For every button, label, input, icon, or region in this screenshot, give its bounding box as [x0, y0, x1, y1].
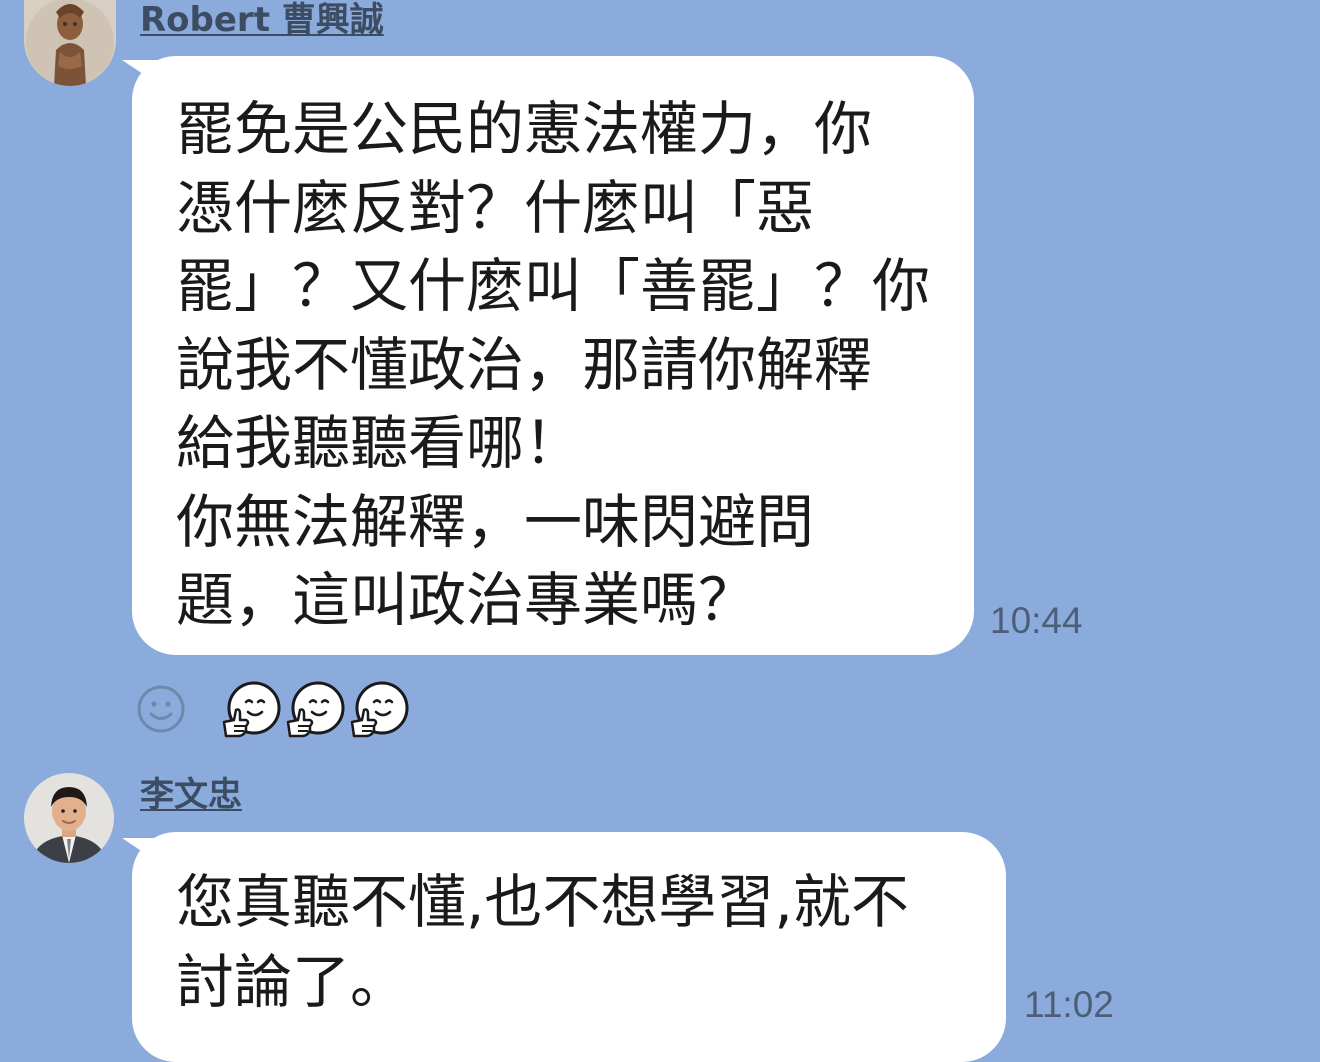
- message-text-line: 說我不懂政治，那請你解釋: [176, 330, 873, 399]
- message-text-line: 憑什麼反對？什麼叫「惡: [176, 173, 815, 242]
- message-bubble[interactable]: 罷免是公民的憲法權力，你 憑什麼反對？什麼叫「惡 罷」？又什麼叫「善罷」？你 說…: [132, 56, 974, 655]
- thumbs-up-smile-sticker[interactable]: [218, 680, 282, 742]
- sender-avatar[interactable]: [24, 0, 116, 86]
- sender-name[interactable]: 李文忠: [140, 775, 242, 815]
- sender-name[interactable]: Robert 曹興誠: [140, 0, 384, 40]
- thumbs-up-smile-sticker[interactable]: [282, 680, 346, 742]
- message-bubble[interactable]: 您真聽不懂,也不想學習,就不 討論了。: [132, 832, 1006, 1062]
- message-text-line: 題，這叫政治專業嗎？: [176, 566, 757, 634]
- message-text-line: 罷免是公民的憲法權力，你: [176, 95, 873, 163]
- sender-avatar[interactable]: [24, 773, 114, 863]
- thumbs-up-smile-sticker[interactable]: [346, 680, 410, 742]
- message-timestamp: 11:02: [1024, 984, 1114, 1025]
- message-text-line: 您真聽不懂,也不想學習,就不: [176, 868, 909, 936]
- man-in-suit-avatar-icon: [24, 773, 114, 863]
- add-reaction-button[interactable]: [136, 684, 186, 734]
- thumbs-up-smile-icon: [286, 681, 345, 738]
- message-text-line: 你無法解釋，一味閃避問: [176, 487, 815, 556]
- thumbs-up-smile-icon: [350, 681, 409, 738]
- message-timestamp: 10:44: [990, 600, 1083, 641]
- thumbs-up-smile-icon: [222, 681, 281, 738]
- smiley-outline-icon: [137, 685, 185, 733]
- message-text-line: 討論了。: [176, 948, 409, 1016]
- statue-avatar-icon: [24, 0, 116, 86]
- message-text-line: 罷」？又什麼叫「善罷」？你: [176, 252, 931, 320]
- message-text-line: 給我聽聽看哪！: [176, 409, 583, 477]
